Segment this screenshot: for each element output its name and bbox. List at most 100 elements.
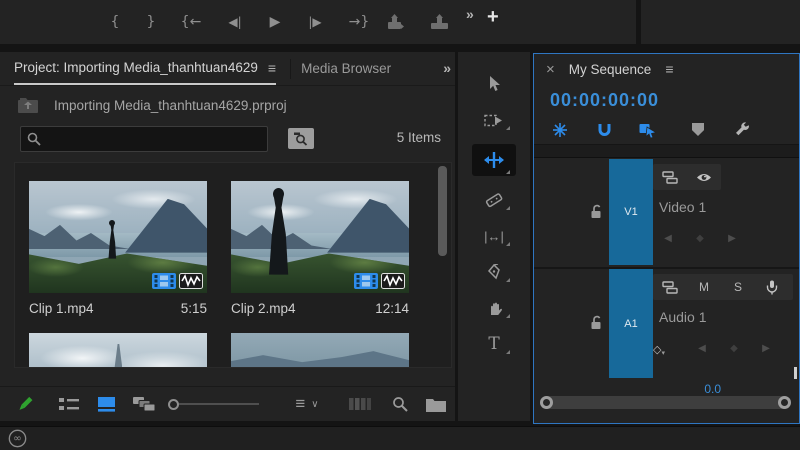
scrollbar-handle-right[interactable] <box>778 396 791 409</box>
pen-tool[interactable] <box>472 260 516 284</box>
step-forward-button[interactable]: |▶ <box>298 10 332 34</box>
hand-tool[interactable] <box>472 296 516 320</box>
video-track-header: V1 Video 1 ◀ ◆ ▶ <box>534 159 799 265</box>
mark-in-button[interactable]: { <box>102 10 128 34</box>
go-to-out-button[interactable]: →} <box>342 10 376 34</box>
project-panel: Project: Importing Media_thanhtuan4629 ≡… <box>0 52 455 421</box>
svg-text:∞: ∞ <box>13 433 22 445</box>
clip-badges <box>354 273 405 289</box>
selection-tool[interactable] <box>472 72 516 96</box>
type-icon: T <box>488 334 500 354</box>
sync-lock-icon[interactable] <box>653 275 687 299</box>
timeline-tabbar[interactable]: × My Sequence ≡ <box>534 54 799 84</box>
add-keyframe-button[interactable]: ◆ <box>728 343 740 354</box>
status-bar: ∞ <box>0 426 800 450</box>
zoom-slider-knob[interactable] <box>168 398 180 410</box>
wrench-icon <box>734 121 751 138</box>
nest-insert-icon <box>552 122 568 138</box>
clip-badges <box>152 273 203 289</box>
vertical-scrollbar[interactable] <box>438 166 447 256</box>
clip-thumbnail-partial[interactable] <box>231 333 409 367</box>
clip-card[interactable]: Clip 2.mp4 12:14 <box>231 181 409 316</box>
previous-keyframe-button[interactable]: ◀ <box>696 343 708 354</box>
automate-to-sequence-button[interactable] <box>337 392 383 416</box>
add-keyframe-button[interactable]: ◆ <box>694 233 706 244</box>
close-icon[interactable]: × <box>546 61 555 78</box>
slip-tool[interactable]: |↔| <box>472 224 516 248</box>
keyframe-type-selector[interactable]: ◇▾ <box>653 343 665 357</box>
mute-button[interactable]: M <box>687 275 721 299</box>
caret-down-icon: ▾ <box>661 350 665 357</box>
breadcrumb-label[interactable]: Importing Media_thanhtuan4629.prproj <box>54 98 287 113</box>
lift-button[interactable] <box>386 10 420 34</box>
track-select-forward-tool[interactable] <box>472 108 516 132</box>
folder-up-icon[interactable] <box>18 97 38 113</box>
track-lock-icon[interactable] <box>590 204 603 219</box>
mark-out-button[interactable]: } <box>138 10 164 34</box>
search-bin-button[interactable] <box>288 128 314 149</box>
step-back-button[interactable]: ◀| <box>218 10 252 34</box>
source-patch-a1[interactable]: A1 <box>609 269 653 378</box>
new-bin-button[interactable] <box>417 392 455 416</box>
add-button[interactable]: + <box>487 6 499 29</box>
next-keyframe-button[interactable]: ▶ <box>760 343 772 354</box>
clips-grid: Clip 1.mp4 5:15 Clip 2.mp4 12:14 <box>14 162 452 368</box>
next-keyframe-button[interactable]: ▶ <box>726 233 738 244</box>
audio-waveform-icon[interactable] <box>179 273 203 289</box>
panel-menu-icon[interactable]: ≡ <box>268 60 276 76</box>
solo-button[interactable]: S <box>721 275 755 299</box>
panel-menu-icon[interactable]: ≡ <box>665 61 673 77</box>
source-patch-v1[interactable]: V1 <box>609 159 653 265</box>
toolbar-overflow-button[interactable]: » <box>466 6 474 22</box>
search-input[interactable] <box>20 126 268 152</box>
extract-icon <box>430 13 464 31</box>
track-select-icon <box>484 113 504 128</box>
audio-waveform-icon[interactable] <box>381 273 405 289</box>
razor-tool[interactable] <box>472 188 516 212</box>
go-to-in-button[interactable]: {← <box>174 10 208 34</box>
list-view-button[interactable] <box>50 392 88 416</box>
toggle-track-output-eye-icon[interactable] <box>687 165 721 189</box>
icon-view-button[interactable] <box>88 392 124 416</box>
clip-card[interactable]: Clip 1.mp4 5:15 <box>29 181 207 316</box>
zoom-slider-track[interactable] <box>179 403 260 405</box>
selection-arrow-icon <box>486 75 502 93</box>
scrollbar-handle-left[interactable] <box>540 396 553 409</box>
extract-button[interactable] <box>430 10 464 34</box>
video-filmstrip-icon[interactable] <box>152 273 176 289</box>
tab-media-browser[interactable]: Media Browser <box>301 61 391 76</box>
search-row: 5 Items <box>0 126 455 154</box>
video-keyframe-controls: ◀ ◆ ▶ <box>662 233 738 244</box>
ripple-edit-tool[interactable] <box>472 144 516 176</box>
clip-thumbnail-partial[interactable] <box>29 333 207 367</box>
time-ruler[interactable] <box>534 144 799 158</box>
sequence-tab-label: My Sequence <box>568 61 652 77</box>
voiceover-mic-icon[interactable] <box>755 275 789 299</box>
horizontal-scrollbar[interactable] <box>540 396 791 409</box>
track-lock-icon[interactable] <box>590 315 603 330</box>
tab-project[interactable]: Project: Importing Media_thanhtuan4629 ≡ <box>14 52 277 85</box>
clip-name[interactable]: Clip 2.mp4 <box>231 301 296 316</box>
video-filmstrip-icon[interactable] <box>354 273 378 289</box>
sort-icon: ≡ <box>295 394 306 413</box>
panel-overflow-button[interactable]: » <box>443 60 451 76</box>
snap-magnet-button[interactable] <box>594 120 614 140</box>
find-button[interactable] <box>382 392 416 416</box>
nest-insert-toggle-button[interactable] <box>550 120 570 140</box>
linked-selection-button[interactable] <box>638 120 658 140</box>
audio-gain-value[interactable]: 0.0 <box>704 382 721 396</box>
timeline-settings-button[interactable] <box>732 120 752 140</box>
type-tool[interactable]: T <box>472 332 516 356</box>
previous-keyframe-button[interactable]: ◀ <box>662 233 674 244</box>
sync-lock-icon[interactable] <box>653 165 687 189</box>
play-button[interactable]: ▶ <box>262 10 288 34</box>
audio-track-header: A1 M S Audio 1 ◇▾ ◀ ◆ ▶ <box>534 267 799 378</box>
freeform-view-button[interactable] <box>124 392 164 416</box>
toolbar-right-section <box>641 0 800 44</box>
sort-icons-button[interactable]: ≡ ∨ <box>295 392 318 416</box>
playhead-timecode[interactable]: 00:00:00:00 <box>550 90 659 111</box>
clip-name[interactable]: Clip 1.mp4 <box>29 301 94 316</box>
zoom-slider[interactable] <box>168 392 273 416</box>
add-marker-button[interactable] <box>688 120 708 140</box>
linked-selection-icon <box>639 122 657 138</box>
